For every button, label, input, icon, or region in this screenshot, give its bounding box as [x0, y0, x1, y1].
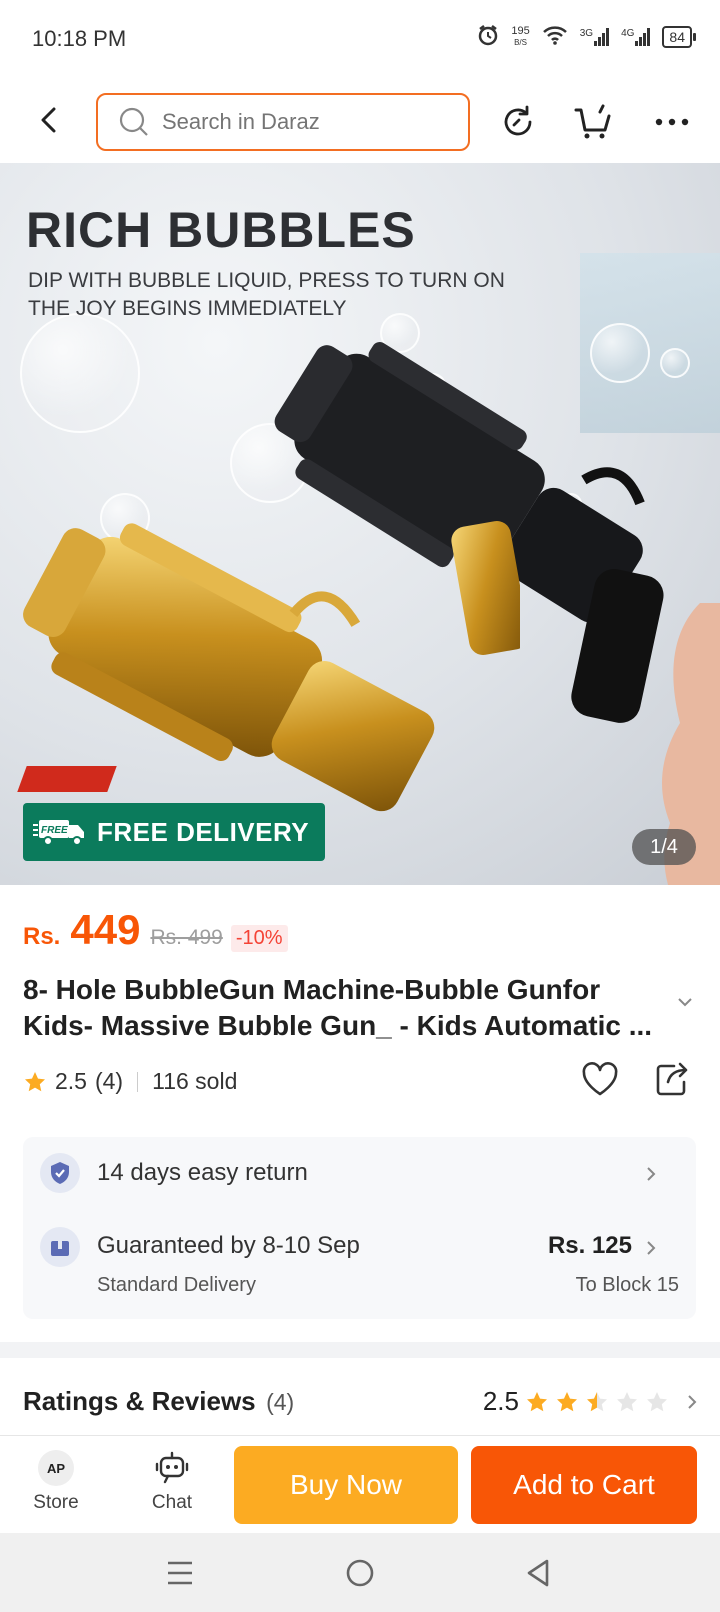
delivery-options-button[interactable] [645, 1239, 657, 1262]
return-policy-text: 14 days easy return [97, 1159, 308, 1186]
alarm-icon [477, 24, 499, 49]
bottom-action-bar: AP Store Chat Buy Now Add to Cart [0, 1435, 720, 1533]
delivery-location: To Block 15 [575, 1274, 679, 1296]
rating-star [557, 1391, 577, 1411]
more-button[interactable] [650, 100, 694, 144]
image-page-counter: 1/4 [632, 829, 696, 865]
rating-star [617, 1391, 637, 1411]
header: Search in Daraz [0, 80, 720, 162]
more-icon [655, 118, 689, 126]
signal-bars-icon [635, 27, 651, 46]
net-speed-unit: B/S [514, 37, 527, 47]
free-delivery-text: FREE DELIVERY [97, 816, 310, 847]
cart-button[interactable] [571, 100, 615, 144]
signal-3g: 3G [579, 27, 610, 46]
back-button[interactable] [32, 100, 64, 140]
search-input[interactable]: Search in Daraz [96, 93, 470, 151]
recent-apps-button[interactable] [160, 1553, 200, 1593]
home-button[interactable] [340, 1553, 380, 1593]
home-circle-icon [346, 1559, 374, 1587]
original-price: Rs. 499 [150, 926, 223, 949]
sold-count: 116 sold [152, 1068, 238, 1094]
store-button[interactable]: AP Store [16, 1450, 96, 1514]
reviews-summary: 2.5 [483, 1386, 699, 1417]
status-bar: 10:18 PM 195 B/S 3G 4G 84 [0, 0, 720, 80]
rating-star [587, 1391, 607, 1411]
history-refresh-button[interactable] [496, 100, 540, 144]
chat-robot-icon [155, 1451, 189, 1484]
divider [137, 1071, 139, 1092]
rating-star [527, 1391, 547, 1411]
sim1-label: 3G [579, 27, 594, 39]
history-refresh-icon [504, 105, 532, 136]
reviews-title: Ratings & Reviews [23, 1386, 256, 1416]
brand-mark-decor [17, 766, 117, 792]
menu-lines-icon [168, 1561, 192, 1585]
product-image-gallery[interactable]: RICH BUBBLES DIP WITH BUBBLE LIQUID, PRE… [0, 163, 720, 885]
share-button[interactable] [654, 1060, 690, 1103]
gallery-subhead-line2: THE JOY BEGINS IMMEDIATELY [28, 297, 347, 320]
buy-now-button[interactable]: Buy Now [234, 1446, 458, 1524]
share-icon [656, 1062, 688, 1096]
chat-label: Chat [151, 1492, 193, 1513]
signal-4g: 4G [621, 27, 651, 46]
star-icon [25, 1071, 45, 1091]
back-arrow-icon [41, 107, 56, 133]
section-divider [0, 1342, 720, 1358]
bubble-decor [20, 313, 140, 433]
service-card: 14 days easy return Guaranteed by 8-10 S… [23, 1137, 696, 1319]
chat-button[interactable]: Chat [132, 1450, 212, 1514]
gallery-subhead: DIP WITH BUBBLE LIQUID, PRESS TO TURN ON… [28, 267, 588, 323]
chevron-right-icon [647, 1241, 656, 1255]
heart-icon [582, 1062, 618, 1096]
rating-row[interactable]: 2.5 (4) 116 sold [23, 1068, 237, 1095]
product-title: 8- Hole BubbleGun Machine-Bubble Gunfor … [23, 974, 653, 1041]
rating-star [647, 1391, 667, 1411]
battery-indicator: 84 [662, 25, 696, 48]
rating-count: (4) [94, 1068, 124, 1094]
sim2-label: 4G [621, 27, 635, 39]
chevron-right-icon [647, 1167, 656, 1181]
net-speed: 195 B/S [511, 24, 530, 48]
delivery-guarantee-text: Guaranteed by 8-10 Sep [97, 1232, 360, 1259]
chevron-right-icon [688, 1394, 697, 1409]
delivery-fee: Rs. 125 [547, 1232, 632, 1259]
free-delivery-badge: FREE FREE DELIVERY [23, 803, 325, 861]
price-row: Rs. 449 Rs. 499 -10% [23, 906, 288, 954]
ratings-reviews-header[interactable]: Ratings & Reviews (4) 2.5 [23, 1386, 699, 1426]
return-shield-icon [40, 1153, 80, 1193]
back-nav-button[interactable] [518, 1553, 558, 1593]
badge-small-text: FREE [41, 825, 68, 836]
discount-badge: -10% [230, 925, 288, 952]
rating-value: 2.5 [55, 1068, 87, 1094]
title-expand-button[interactable] [676, 995, 694, 1013]
back-triangle-icon [527, 1559, 549, 1587]
store-label: Store [33, 1492, 79, 1513]
gallery-subhead-line1: DIP WITH BUBBLE LIQUID, PRESS TO TURN ON [28, 269, 505, 292]
delivery-box-icon [40, 1227, 80, 1267]
wishlist-button[interactable] [580, 1060, 620, 1103]
return-policy-button[interactable] [645, 1165, 657, 1188]
net-speed-value: 195 [511, 24, 530, 37]
search-icon [119, 107, 148, 136]
cart-icon [574, 104, 611, 139]
delivery-type-text: Standard Delivery [97, 1274, 256, 1296]
system-nav-bar [0, 1533, 720, 1612]
signal-bars-icon [594, 27, 610, 46]
price: 449 [70, 906, 141, 953]
rating-stars-icon [527, 1391, 667, 1411]
reviews-count: (4) [266, 1389, 295, 1415]
search-placeholder: Search in Daraz [162, 109, 320, 134]
chevron-down-icon [678, 998, 692, 1007]
reviews-score: 2.5 [482, 1386, 519, 1416]
status-time: 10:18 PM [32, 26, 127, 51]
gallery-headline: RICH BUBBLES [26, 202, 416, 258]
delivery-truck-icon: FREE [33, 820, 84, 846]
price-currency: Rs. [23, 923, 61, 950]
store-logo: AP [38, 1450, 74, 1486]
status-icons: 195 B/S 3G 4G 84 [477, 24, 696, 49]
wifi-icon [542, 25, 568, 48]
add-to-cart-button[interactable]: Add to Cart [471, 1446, 697, 1524]
